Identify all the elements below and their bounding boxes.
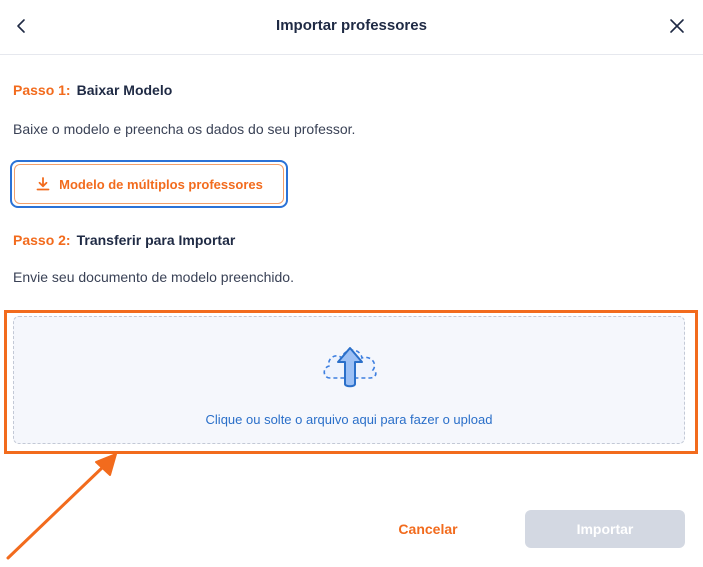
step2-description: Envie seu documento de modelo preenchido… xyxy=(13,269,294,285)
close-icon xyxy=(670,19,684,33)
step1-heading: Passo 1: Baixar Modelo xyxy=(13,82,172,98)
download-template-label: Modelo de múltiplos professores xyxy=(59,176,263,192)
download-template-button[interactable]: Modelo de múltiplos professores xyxy=(14,164,284,204)
close-button[interactable] xyxy=(665,14,689,38)
step2-label: Passo 2: xyxy=(13,232,71,248)
modal-title: Importar professores xyxy=(276,17,427,34)
download-icon xyxy=(36,177,50,191)
step2-title: Transferir para Importar xyxy=(76,232,236,248)
modal-header: Importar professores xyxy=(0,0,703,55)
upload-instruction: Clique ou solte o arquivo aqui para faze… xyxy=(205,412,493,427)
step1-title: Baixar Modelo xyxy=(76,82,173,98)
cancel-button[interactable]: Cancelar xyxy=(388,510,468,548)
step1-label: Passo 1: xyxy=(13,82,71,98)
file-upload-dropzone[interactable]: Clique ou solte o arquivo aqui para faze… xyxy=(13,316,685,444)
step2-heading: Passo 2: Transferir para Importar xyxy=(13,232,235,248)
step1-description: Baixe o modelo e preencha os dados do se… xyxy=(13,121,356,137)
import-button[interactable]: Importar xyxy=(525,510,685,548)
cloud-upload-icon xyxy=(323,347,377,388)
